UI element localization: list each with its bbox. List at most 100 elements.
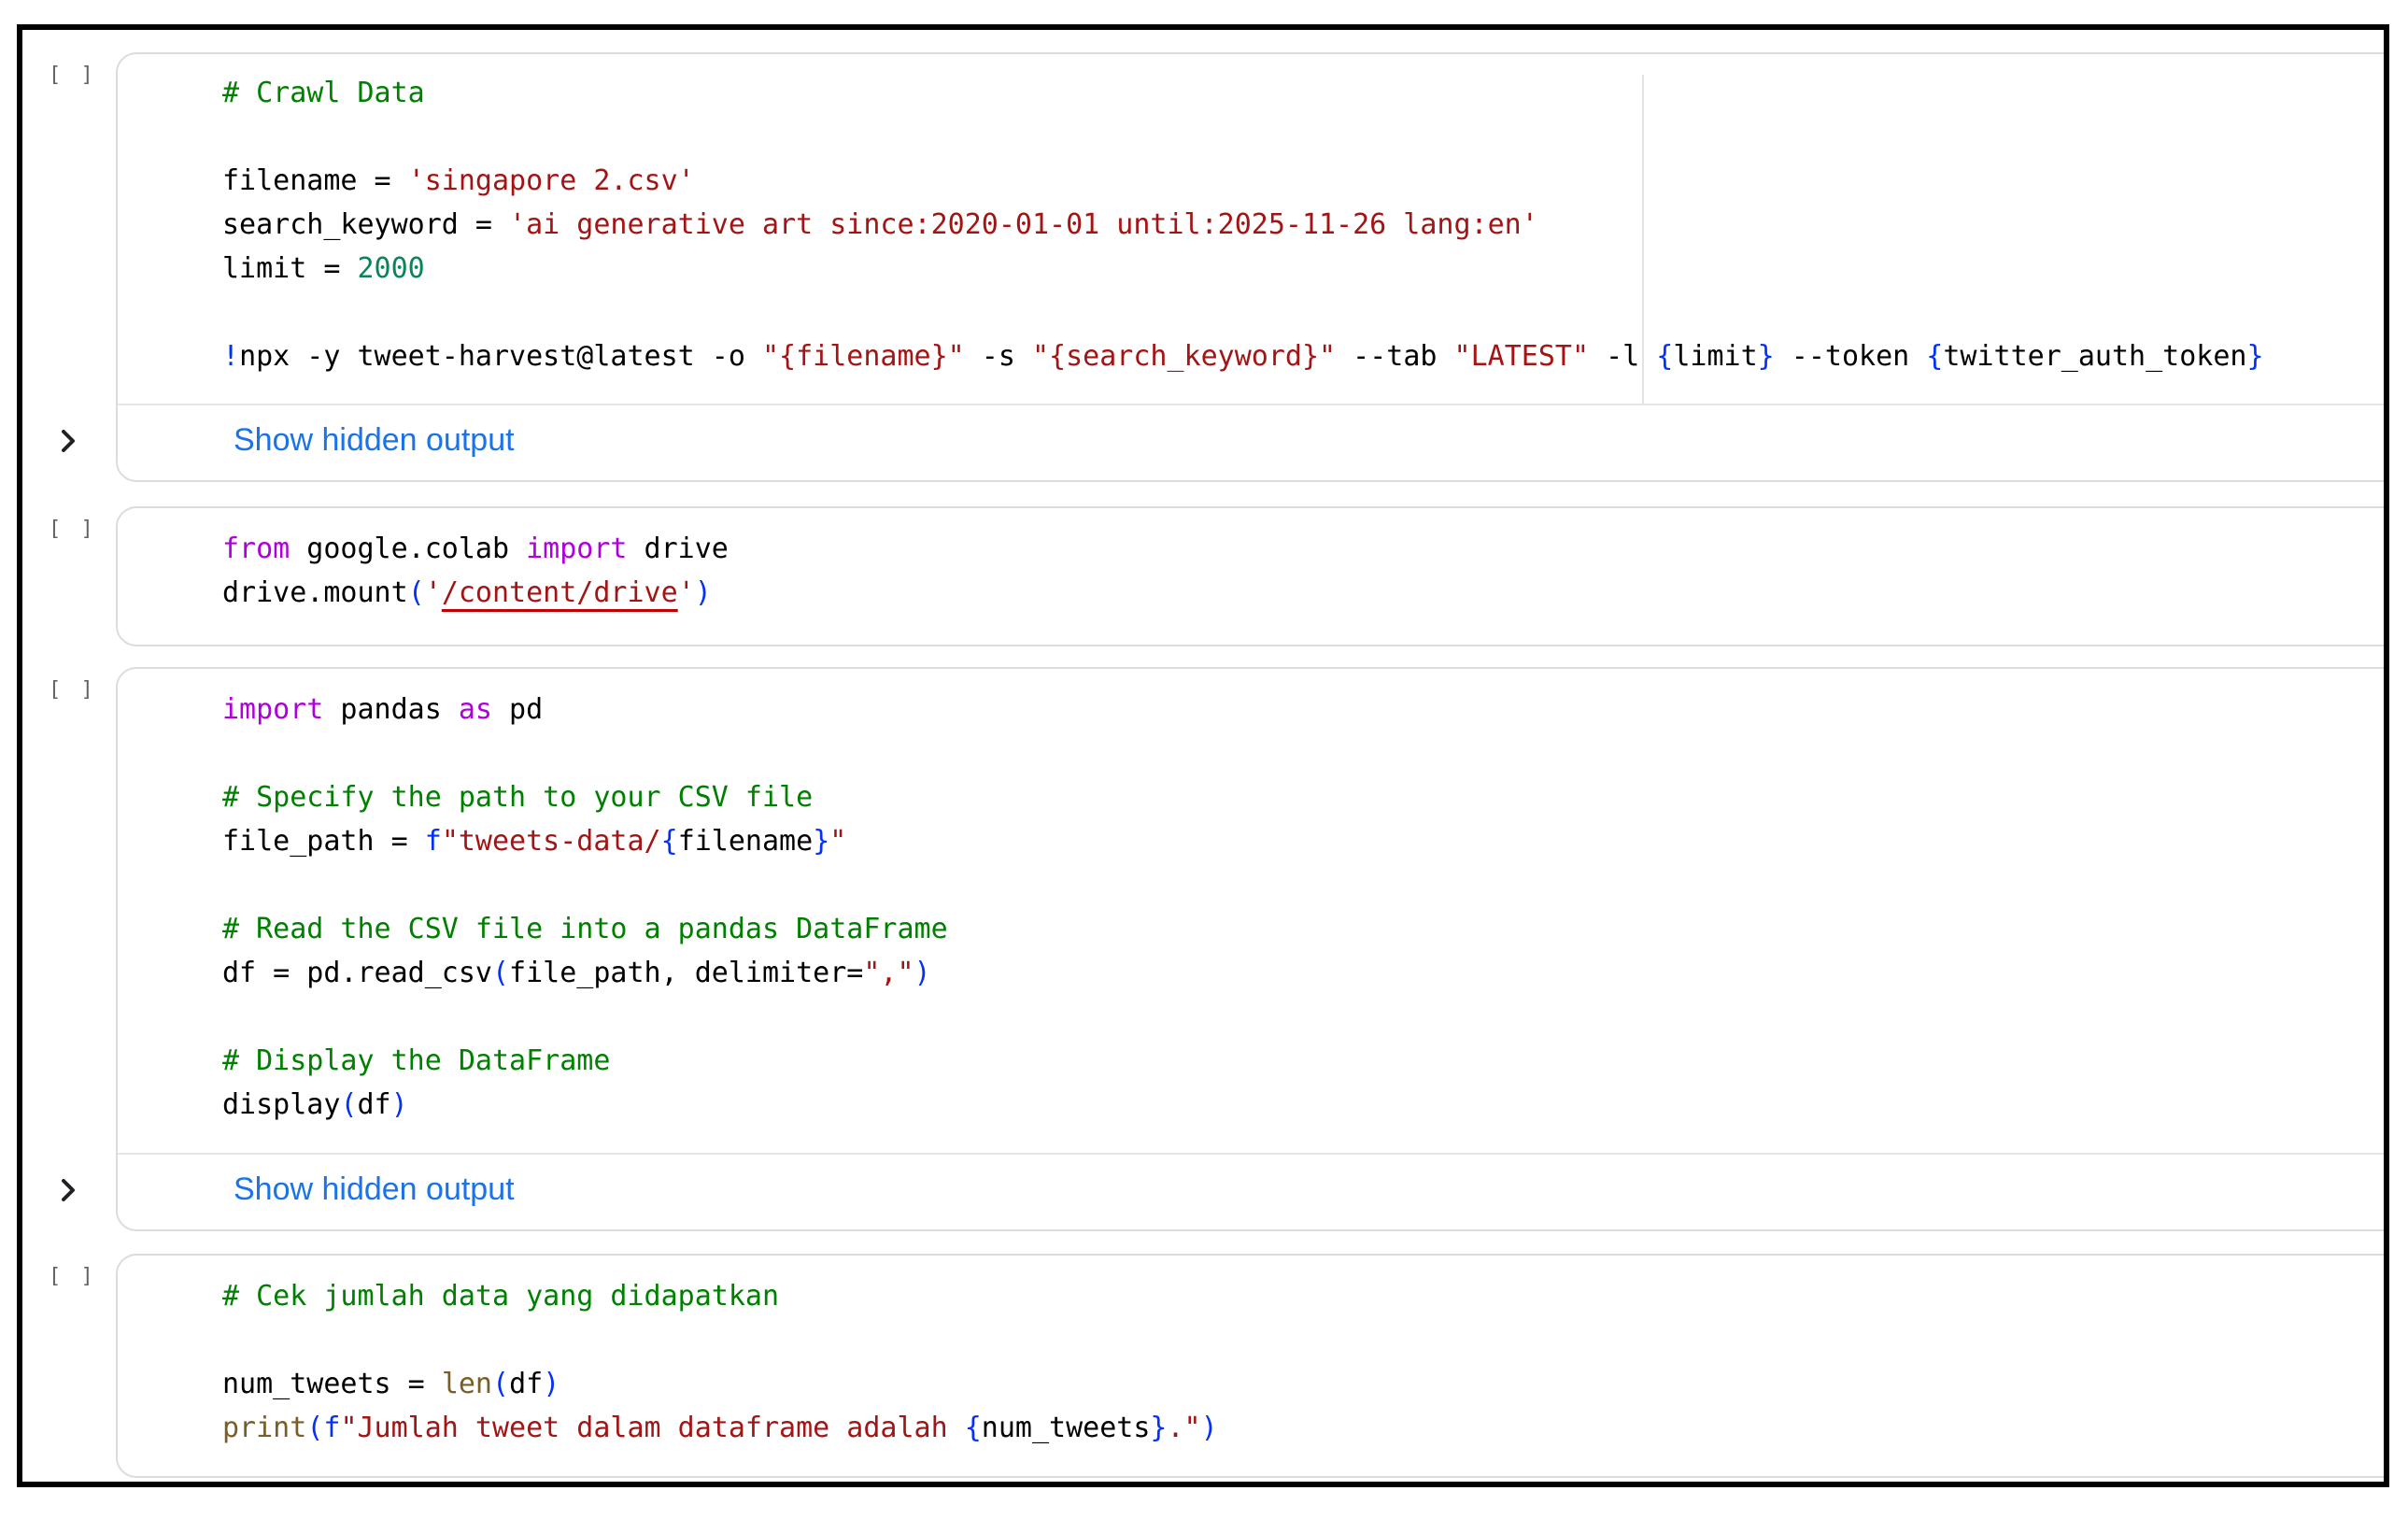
code-token: num_tweets (981, 1412, 1151, 1444)
show-hidden-output-link[interactable]: Show hidden output (234, 422, 515, 459)
cell-output-row: Show hidden output (62, 1153, 2384, 1229)
show-hidden-output-link[interactable]: Show hidden output (234, 1171, 515, 1208)
code-token: { (660, 825, 678, 858)
code-token: } (2246, 340, 2264, 373)
code-editor[interactable]: import pandas as pd # Specify the path to… (222, 688, 2384, 1127)
code-line[interactable]: !npx -y tweet-harvest@latest -o "{filena… (222, 334, 2384, 378)
code-line[interactable]: df = pd.read_csv(file_path, delimiter=",… (222, 951, 2384, 995)
code-token: limit = (222, 252, 358, 285)
code-token: f (323, 1412, 341, 1444)
code-token: "Jumlah tweet dalam dataframe adalah (340, 1412, 965, 1444)
code-token: ( (340, 1088, 358, 1121)
code-token: # Crawl Data (222, 77, 425, 109)
code-line[interactable] (222, 731, 2384, 775)
run-cell-button[interactable]: [ ] (49, 1265, 97, 1288)
code-token: --token (1774, 340, 1927, 373)
code-token: as (458, 693, 492, 726)
code-token: ) (1200, 1412, 1218, 1444)
code-line[interactable]: print(f"Jumlah tweet dalam dataframe ada… (222, 1406, 2384, 1450)
code-cell-crawl-data[interactable]: [ ] # Crawl Data filename = 'singapore 2.… (22, 52, 2384, 482)
code-line[interactable]: num_tweets = len(df) (222, 1362, 2384, 1406)
code-editor[interactable]: # Crawl Data filename = 'singapore 2.csv'… (222, 71, 2384, 378)
cell-container[interactable]: # Crawl Data filename = 'singapore 2.csv'… (62, 52, 2384, 482)
code-line[interactable]: limit = 2000 (222, 247, 2384, 291)
code-token: df (357, 1088, 391, 1121)
code-token: ( (491, 957, 510, 989)
code-token: ( (407, 576, 425, 609)
code-line[interactable]: display(df) (222, 1083, 2384, 1127)
code-token: -l (1589, 340, 1657, 373)
code-token: "{search_keyword}" (1031, 340, 1337, 373)
code-token: # Specify the path to your CSV file (222, 781, 814, 814)
code-line[interactable] (222, 1318, 2384, 1362)
code-cell-count-tweets[interactable]: [ ] # Cek jumlah data yang didapatkan num… (22, 1254, 2384, 1478)
code-token: file_path = (222, 825, 425, 858)
code-line[interactable]: # Cek jumlah data yang didapatkan (222, 1274, 2384, 1318)
code-token: search_keyword = (222, 208, 510, 241)
code-token: drive (627, 532, 729, 565)
code-token: { (964, 1412, 982, 1444)
code-line[interactable]: drive.mount('/content/drive') (222, 571, 2384, 615)
code-token: 'singapore 2.csv' (407, 164, 695, 197)
chevron-right-icon[interactable] (50, 1171, 88, 1209)
run-cell-button[interactable]: [ ] (49, 518, 97, 541)
cell-container[interactable]: from google.colab import drive drive.moun… (116, 506, 2384, 646)
code-token: ( (306, 1412, 324, 1444)
code-token: ( (492, 1368, 510, 1400)
code-token: "," (863, 957, 914, 989)
code-token: 'ai generative art since:2020-01-01 unti… (509, 208, 1538, 241)
code-token: 2000 (357, 252, 425, 285)
code-line[interactable]: search_keyword = 'ai generative art sinc… (222, 203, 2384, 247)
code-line[interactable]: # Display the DataFrame (222, 1039, 2384, 1083)
code-token: ' (677, 576, 695, 609)
code-line[interactable]: from google.colab import drive (222, 527, 2384, 571)
code-line[interactable]: file_path = f"tweets-data/{filename}" (222, 819, 2384, 863)
code-line[interactable]: import pandas as pd (222, 688, 2384, 731)
code-line[interactable] (222, 863, 2384, 907)
cell-container[interactable]: import pandas as pd # Specify the path to… (62, 667, 2384, 1231)
code-token: drive.mount (222, 576, 408, 609)
code-token: display (222, 1088, 341, 1121)
chevron-right-icon[interactable] (50, 422, 88, 460)
code-token: limit (1673, 340, 1758, 373)
code-token: filename = (222, 164, 408, 197)
code-token: df (509, 1368, 544, 1400)
code-cell-read-csv[interactable]: [ ] import pandas as pd # Specify the pat… (22, 667, 2384, 1231)
code-token: --tab (1336, 340, 1454, 373)
run-cell-button[interactable]: [ ] (49, 678, 97, 702)
notebook-frame: [ ] # Crawl Data filename = 'singapore 2.… (17, 24, 2389, 1487)
code-line[interactable]: # Read the CSV file into a pandas DataFr… (222, 907, 2384, 951)
run-cell-button[interactable]: [ ] (49, 64, 97, 87)
code-editor[interactable]: from google.colab import drive drive.moun… (222, 527, 2384, 615)
code-line[interactable] (222, 115, 2384, 159)
code-token: import (222, 693, 324, 726)
code-token: } (1757, 340, 1775, 373)
code-token: google.colab (290, 532, 527, 565)
code-token: } (813, 825, 830, 858)
code-line[interactable]: filename = 'singapore 2.csv' (222, 159, 2384, 203)
code-token: df = pd.read_csv (222, 957, 492, 989)
code-line[interactable]: # Crawl Data (222, 71, 2384, 115)
code-token: pd (492, 693, 544, 726)
code-token: # Display the DataFrame (222, 1044, 611, 1077)
code-editor[interactable]: # Cek jumlah data yang didapatkan num_twe… (222, 1274, 2384, 1450)
code-token: ' (424, 576, 442, 609)
code-token: "tweets-data/ (441, 825, 661, 858)
code-token: -s (964, 340, 1032, 373)
code-token: filename (677, 825, 814, 858)
code-token: # Cek jumlah data yang didapatkan (222, 1280, 780, 1313)
code-token: "LATEST" (1453, 340, 1590, 373)
code-token: f (424, 825, 442, 858)
code-token: num_tweets = (222, 1368, 442, 1400)
code-token: pandas (323, 693, 459, 726)
code-token: ! (222, 340, 240, 373)
code-line[interactable]: # Specify the path to your CSV file (222, 775, 2384, 819)
code-token: # Read the CSV file into a pandas DataFr… (222, 913, 948, 945)
code-token: ) (543, 1368, 560, 1400)
code-cell-drive-mount[interactable]: [ ] from google.colab import drive drive.… (22, 506, 2384, 646)
code-line[interactable] (222, 995, 2384, 1039)
cell-output-row: Show hidden output (62, 404, 2384, 480)
cell-container[interactable]: # Cek jumlah data yang didapatkan num_twe… (116, 1254, 2384, 1478)
code-token: ." (1167, 1412, 1201, 1444)
code-line[interactable] (222, 291, 2384, 334)
